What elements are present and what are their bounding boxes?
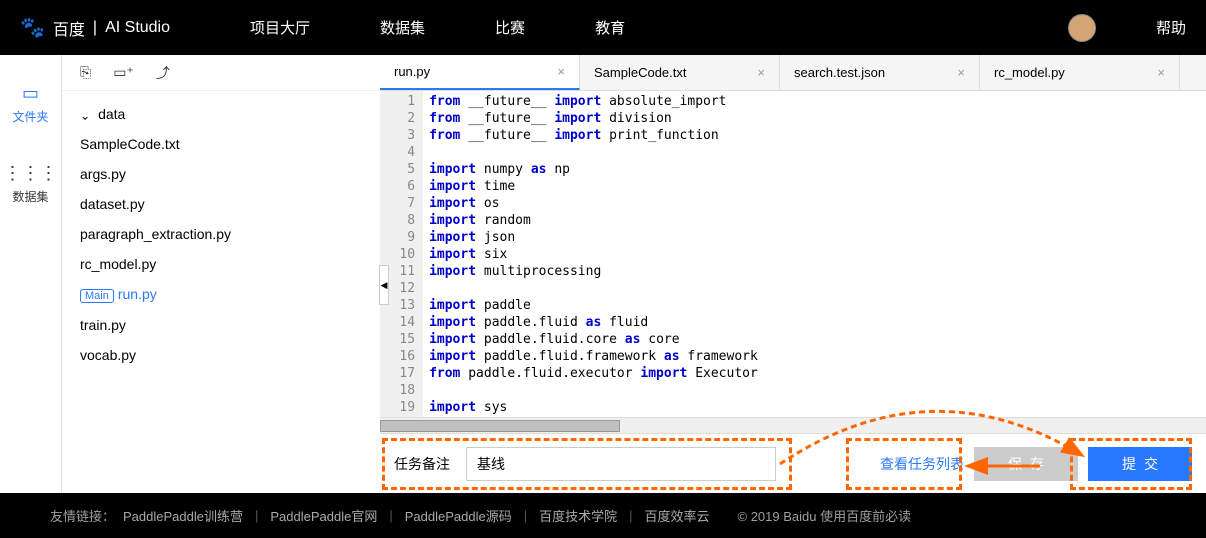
file-rcmodel[interactable]: rc_model.py [80, 249, 362, 279]
footer-link[interactable]: 百度效率云 [645, 506, 710, 525]
file-args[interactable]: args.py [80, 159, 362, 189]
nav-datasets[interactable]: 数据集 [380, 17, 425, 38]
paw-icon: 🐾 [20, 15, 45, 40]
main-badge: Main [80, 289, 114, 303]
submit-button[interactable]: 提交 [1088, 447, 1192, 481]
footer-link[interactable]: PaddlePaddle训练营 [123, 506, 243, 525]
folder-data[interactable]: data [80, 99, 362, 129]
editor-panel: ◀ run.py× SampleCode.txt× search.test.js… [380, 55, 1206, 493]
footer-link[interactable]: PaddlePaddle官网 [270, 506, 377, 525]
help-link[interactable]: 帮助 [1156, 17, 1186, 38]
footer: 友情链接： PaddlePaddle训练营| PaddlePaddle官网| P… [0, 493, 1206, 538]
logo-text: 百度 [53, 16, 85, 40]
file-dataset[interactable]: dataset.py [80, 189, 362, 219]
footer-copyright: © 2019 Baidu 使用百度前必读 [738, 506, 912, 525]
folder-icon: ▭ [0, 83, 61, 104]
close-icon[interactable]: × [1157, 65, 1165, 80]
top-nav: 项目大厅 数据集 比赛 教育 [250, 17, 1068, 38]
rail-files[interactable]: ▭ 文件夹 [0, 73, 61, 135]
main-area: ▭ 文件夹 ⋮⋮⋮ 数据集 ⎘ ▭⁺ ⤴ data SampleCode.txt… [0, 55, 1206, 493]
close-icon[interactable]: × [957, 65, 965, 80]
dataset-icon: ⋮⋮⋮ [0, 163, 61, 184]
footer-label: 友情链接： [50, 506, 115, 525]
code-lines[interactable]: from __future__ import absolute_importfr… [423, 91, 1206, 417]
editor-tabs: run.py× SampleCode.txt× search.test.json… [380, 55, 1206, 91]
upload-icon[interactable]: ⤴ [156, 63, 170, 83]
scrollbar-thumb[interactable] [380, 420, 620, 432]
tab-run[interactable]: run.py× [380, 55, 580, 90]
logo-sub: AI Studio [105, 19, 170, 37]
nav-projects[interactable]: 项目大厅 [250, 17, 310, 38]
horizontal-scrollbar[interactable] [380, 417, 1206, 433]
tab-search[interactable]: search.test.json× [780, 55, 980, 90]
nav-education[interactable]: 教育 [595, 17, 625, 38]
rail-dataset[interactable]: ⋮⋮⋮ 数据集 [0, 153, 61, 215]
file-run[interactable]: Mainrun.py [80, 279, 362, 310]
code-editor[interactable]: 1234567891011121314151617181920▾21222324… [380, 91, 1206, 417]
footer-link[interactable]: 百度技术学院 [539, 506, 617, 525]
logo-divider: | [93, 19, 97, 37]
footer-link[interactable]: PaddlePaddle源码 [405, 506, 512, 525]
logo[interactable]: 🐾 百度 | AI Studio [20, 15, 170, 40]
file-tree: data SampleCode.txt args.py dataset.py p… [62, 91, 380, 378]
new-file-icon[interactable]: ⎘ [80, 64, 91, 81]
collapse-handle[interactable]: ◀ [379, 265, 389, 305]
nav-competitions[interactable]: 比赛 [495, 17, 525, 38]
file-train[interactable]: train.py [80, 310, 362, 340]
new-folder-icon[interactable]: ▭⁺ [113, 64, 134, 81]
left-rail: ▭ 文件夹 ⋮⋮⋮ 数据集 [0, 55, 62, 493]
file-panel: ⎘ ▭⁺ ⤴ data SampleCode.txt args.py datas… [62, 55, 380, 493]
file-samplecode[interactable]: SampleCode.txt [80, 129, 362, 159]
close-icon[interactable]: × [557, 64, 565, 79]
task-note-label: 任务备注 [394, 454, 450, 474]
rail-dataset-label: 数据集 [12, 190, 48, 204]
bottom-bar: 任务备注 查看任务列表 保存 提交 [380, 433, 1206, 493]
tab-samplecode[interactable]: SampleCode.txt× [580, 55, 780, 90]
task-note-input[interactable] [466, 447, 776, 481]
rail-files-label: 文件夹 [12, 110, 48, 124]
header-right: 帮助 [1068, 14, 1186, 42]
line-gutter: 1234567891011121314151617181920▾21222324 [380, 91, 423, 417]
tab-rcmodel[interactable]: rc_model.py× [980, 55, 1180, 90]
file-paragraph[interactable]: paragraph_extraction.py [80, 219, 362, 249]
top-header: 🐾 百度 | AI Studio 项目大厅 数据集 比赛 教育 帮助 [0, 0, 1206, 55]
file-vocab[interactable]: vocab.py [80, 340, 362, 370]
avatar[interactable] [1068, 14, 1096, 42]
close-icon[interactable]: × [757, 65, 765, 80]
save-button[interactable]: 保存 [974, 447, 1078, 481]
file-toolbar: ⎘ ▭⁺ ⤴ [62, 55, 380, 91]
view-tasks-link[interactable]: 查看任务列表 [880, 454, 964, 474]
